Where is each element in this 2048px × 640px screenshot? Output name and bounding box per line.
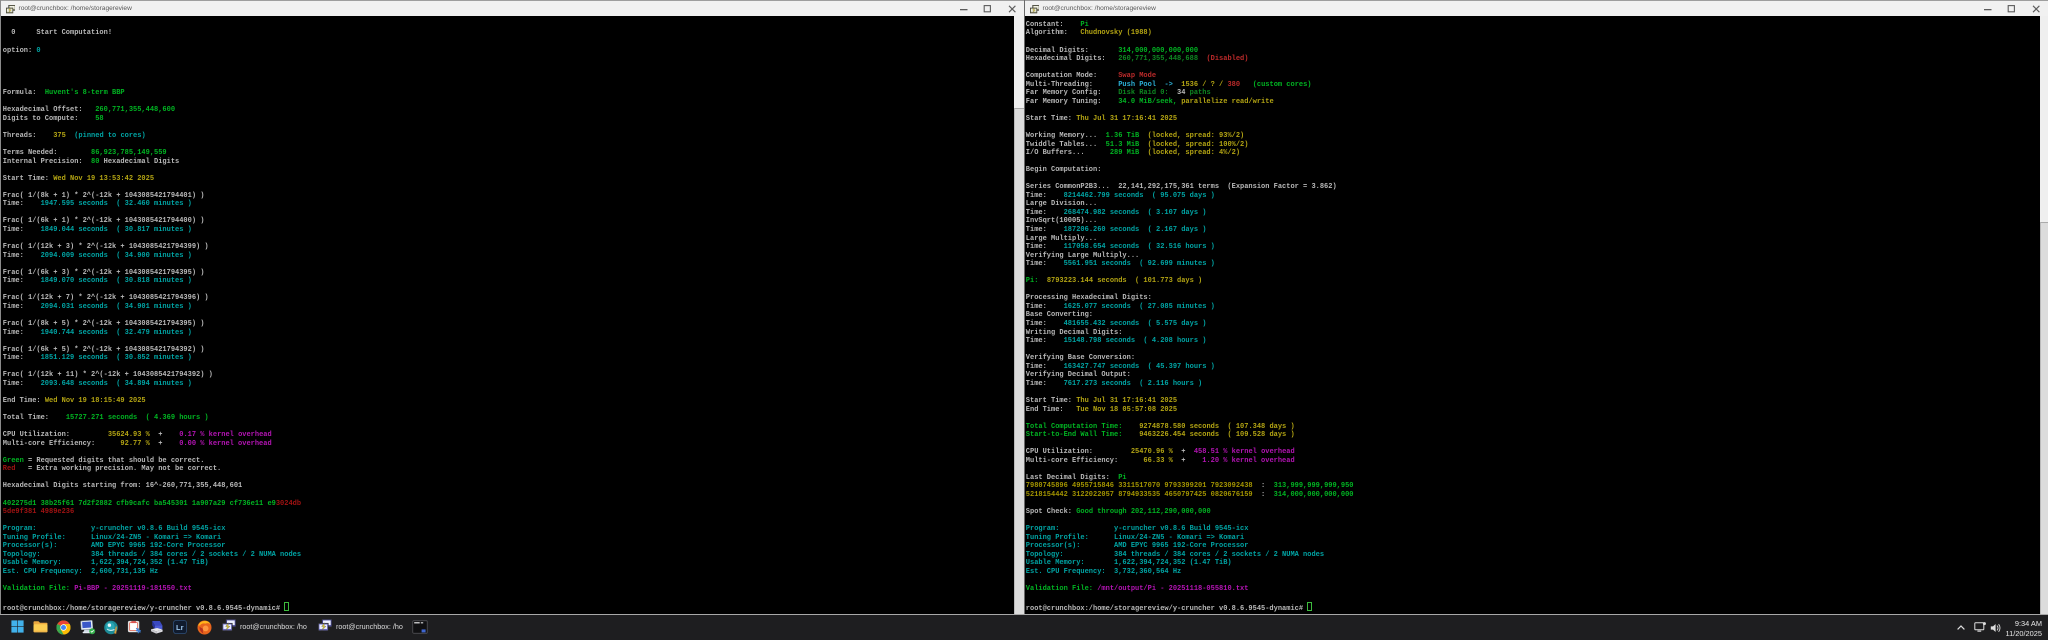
svg-text:Lr: Lr <box>176 623 184 632</box>
